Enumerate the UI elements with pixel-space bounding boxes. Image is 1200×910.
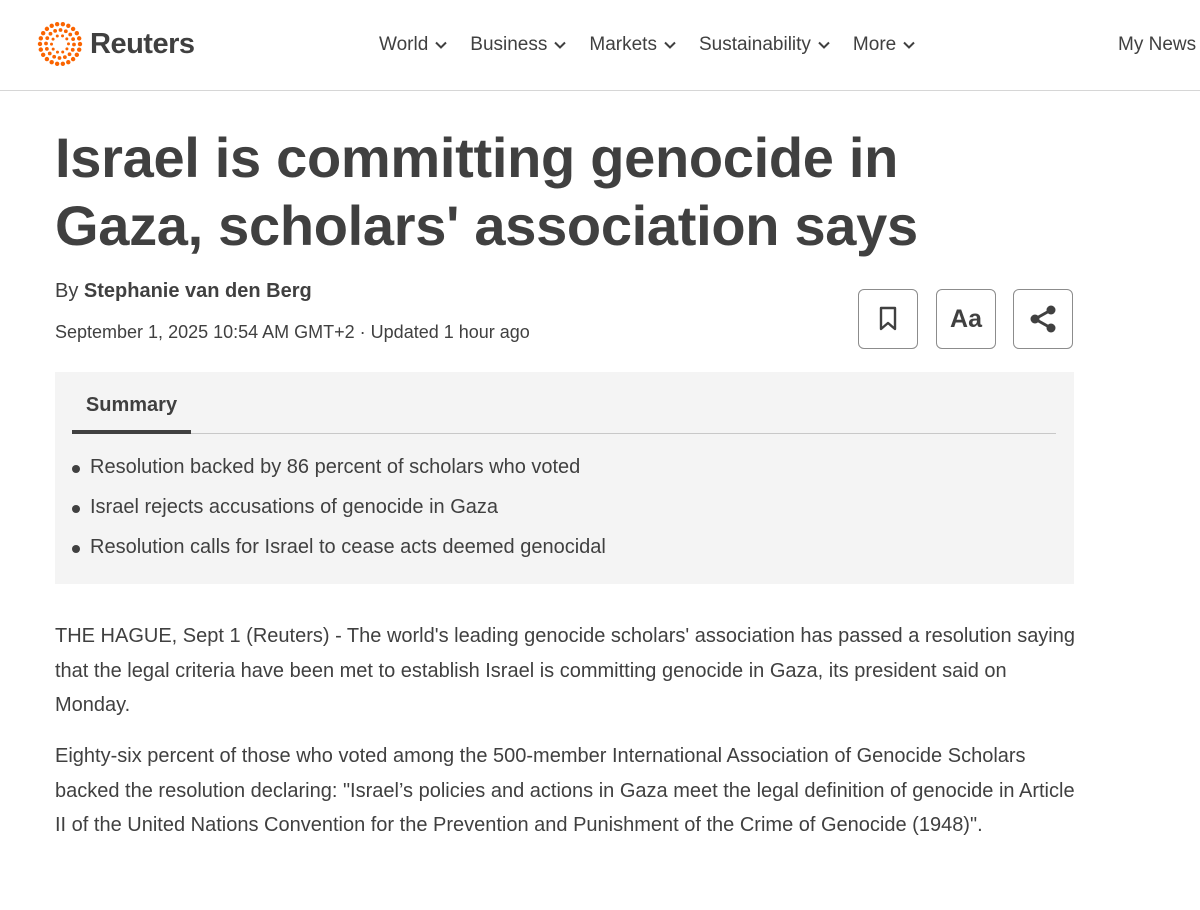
summary-list: Resolution backed by 86 percent of schol…	[72, 456, 606, 576]
byline-prefix: By	[55, 280, 79, 302]
summary-divider	[72, 433, 1056, 434]
summary-box: Summary Resolution backed by 86 percent …	[55, 372, 1074, 584]
summary-item-text: Resolution calls for Israel to cease act…	[90, 536, 606, 558]
nav-item-markets[interactable]: Markets	[589, 30, 677, 60]
chevron-down-icon	[664, 41, 676, 49]
nav-item-more[interactable]: More	[853, 30, 916, 60]
bookmark-icon	[879, 306, 897, 331]
summary-item-text: Resolution backed by 86 percent of schol…	[90, 456, 581, 478]
bullet-icon	[72, 505, 80, 513]
tab-summary[interactable]: Summary	[72, 394, 191, 434]
nav-item-label: Sustainability	[698, 34, 811, 55]
reuters-logo[interactable]: Reuters	[36, 20, 195, 68]
summary-item: Israel rejects accusations of genocide i…	[72, 496, 606, 536]
summary-item: Resolution backed by 86 percent of schol…	[72, 456, 606, 496]
tab-active-indicator	[72, 430, 191, 434]
nav-item-world[interactable]: World	[379, 30, 448, 60]
byline: By Stephanie van den Berg	[55, 280, 312, 303]
tab-summary-label: Summary	[85, 394, 178, 416]
text-size-button[interactable]: Aa	[936, 289, 996, 349]
bookmark-button[interactable]	[858, 289, 918, 349]
summary-item: Resolution calls for Israel to cease act…	[72, 536, 606, 576]
share-button[interactable]	[1013, 289, 1073, 349]
summary-item-text: Israel rejects accusations of genocide i…	[90, 496, 498, 518]
main-nav: World Business Markets Sustainability Mo…	[379, 30, 938, 60]
nav-item-label: World	[379, 34, 429, 55]
reuters-logo-icon	[37, 22, 83, 66]
bullet-icon	[72, 465, 80, 473]
bullet-icon	[72, 545, 80, 553]
my-news-link[interactable]: My News	[1118, 30, 1196, 60]
article-paragraph: Eighty-six percent of those who voted am…	[55, 745, 1075, 836]
brand-name: Reuters	[90, 27, 195, 60]
chevron-down-icon	[903, 41, 915, 49]
site-header: Reuters World Business Markets Sustainab…	[0, 0, 1200, 91]
nav-item-label: More	[852, 34, 897, 55]
nav-item-sustainability[interactable]: Sustainability	[699, 30, 831, 60]
nav-item-label: Business	[470, 34, 548, 55]
nav-item-label: Markets	[589, 34, 657, 55]
nav-item-business[interactable]: Business	[470, 30, 567, 60]
article-dateline: September 1, 2025 10:54 AM GMT+2 · Updat…	[55, 322, 530, 342]
article-paragraph: THE HAGUE, Sept 1 (Reuters) - The world'…	[55, 625, 1075, 716]
chevron-down-icon	[435, 41, 447, 49]
chevron-down-icon	[554, 41, 567, 49]
share-icon	[1030, 305, 1056, 333]
article-headline: Israel is committing genocide in Gaza, s…	[55, 126, 918, 257]
text-size-label: Aa	[950, 304, 982, 333]
author-link[interactable]: Stephanie van den Berg	[84, 280, 312, 302]
chevron-down-icon	[818, 41, 830, 49]
